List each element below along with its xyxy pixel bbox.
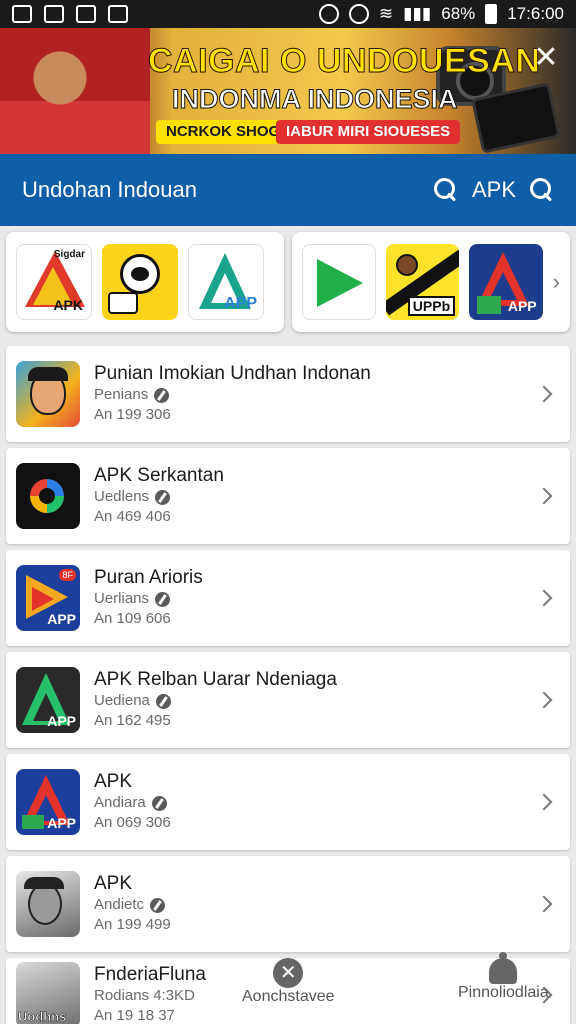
bottom-navigation: ✕ Aonchstavee Pinnoliodlaia [0, 952, 576, 1024]
featured-card-right[interactable]: UPPb APP › [292, 232, 570, 332]
app-subtitle: Uediena [94, 692, 150, 709]
verified-icon [155, 489, 171, 505]
list-item[interactable]: 8F APP Puran Arioris Uerlians An 109 606 [6, 550, 570, 646]
list-item[interactable]: APK Serkantan Uedlens An 469 406 [6, 448, 570, 544]
nav-item-center[interactable]: ✕ Aonchstavee [242, 958, 335, 1006]
app-title: APK [94, 771, 133, 792]
app-bar: Undohan Indouan APK [0, 154, 576, 226]
app-subtitle: Andiara [94, 794, 146, 811]
verified-icon [155, 591, 171, 607]
chevron-right-icon[interactable] [535, 793, 553, 811]
app-meta: An 469 406 [94, 508, 171, 525]
app-meta: An 162 495 [94, 712, 171, 729]
search-button-icon[interactable] [530, 178, 554, 202]
yellow-cartoon-icon[interactable] [102, 244, 178, 320]
app-meta: An 069 306 [94, 814, 171, 831]
chevron-right-icon[interactable] [535, 385, 553, 403]
chevron-right-icon[interactable] [535, 589, 553, 607]
bell-icon [489, 952, 518, 984]
battery-icon [485, 4, 498, 24]
banner-title: CAIGAI O UNDOUESAN [147, 42, 541, 81]
face-icon [16, 361, 80, 427]
app-subtitle: Andietc [94, 896, 145, 913]
featured-carousel: Sigdar APK APP UPPb APP › [6, 232, 570, 332]
close-circle-icon: ✕ [273, 958, 304, 988]
nav-right-label: Pinnoliodlaia [458, 984, 549, 1001]
banner-person-image [0, 28, 150, 154]
chevron-right-icon[interactable] [535, 487, 553, 505]
verified-icon [155, 693, 171, 709]
image-icon [44, 5, 64, 23]
apk-filter-button[interactable]: APK [472, 177, 516, 203]
app-title: Punian Imokian Undhan Indonan [94, 363, 371, 384]
app-red-icon[interactable]: APP [469, 244, 543, 320]
app-meta: An 109 606 [94, 610, 171, 627]
banner-tag-secondary: IABUR MIRI SIOUESES [276, 120, 461, 144]
list-item[interactable]: APP APK Relban Uarar Ndeniaga Uediena An… [6, 652, 570, 748]
app-subtitle: Uedlens [94, 488, 150, 505]
alarm-icon [318, 4, 339, 24]
chat-icon [108, 5, 128, 23]
list-item[interactable]: APK Andietc An 199 499 [6, 856, 570, 952]
app-title: APK Relban Uarar Ndeniaga [94, 669, 337, 690]
search-icon[interactable] [433, 178, 458, 202]
app-title: APK Serkantan [94, 465, 224, 486]
signal-icon: ▮▮▮ [403, 4, 432, 23]
nav-item-right[interactable]: Pinnoliodlaia [458, 952, 549, 1002]
app-title: Puran Arioris [94, 567, 203, 588]
red-a-icon: APP [16, 769, 80, 835]
photo-face-icon [16, 871, 80, 937]
nav-center-label: Aonchstavee [242, 988, 335, 1005]
play-app-icon: 8F APP [16, 565, 80, 631]
app-green-icon[interactable]: APP [188, 244, 264, 320]
chevron-right-icon[interactable]: › [553, 269, 560, 295]
close-banner-button[interactable]: ✕ [532, 43, 560, 73]
clock-icon [348, 4, 369, 24]
banner-subtitle: INDONMA INDONESIA [172, 84, 459, 115]
wifi-icon: ≋ [378, 4, 394, 23]
featured-card-left[interactable]: Sigdar APK APP [6, 232, 284, 332]
app-subtitle: Uerlians [94, 590, 150, 607]
app-title: APK [94, 873, 133, 894]
app-list: Punian Imokian Undhan Indonan Penians An… [6, 346, 570, 1024]
app-subtitle: Penians [94, 386, 149, 403]
verified-icon [150, 897, 166, 913]
app-meta: An 199 499 [94, 916, 171, 933]
verified-icon [154, 387, 170, 403]
chevron-right-icon[interactable] [535, 691, 553, 709]
verified-icon [151, 795, 167, 811]
apk-icon[interactable]: Sigdar APK [16, 244, 92, 320]
battery-percent: 68% [441, 4, 476, 23]
google-d-icon [16, 463, 80, 529]
status-bar: ≋ ▮▮▮ 68% 17:6:00 [0, 0, 576, 28]
list-item[interactable]: APP APK Andiara An 069 306 [6, 754, 570, 850]
app-meta: An 199 306 [94, 406, 171, 423]
play-icon[interactable] [302, 244, 376, 320]
promo-banner[interactable]: CAIGAI O UNDOUESAN INDONMA INDONESIA NCR… [0, 28, 576, 154]
gallery-icon [12, 5, 32, 23]
list-item[interactable]: Punian Imokian Undhan Indonan Penians An… [6, 346, 570, 442]
chevron-right-icon[interactable] [535, 895, 553, 913]
status-time: 17:6:00 [507, 4, 564, 23]
green-a-icon: APP [16, 667, 80, 733]
sd-card-icon [76, 5, 96, 23]
app-title: Undohan Indouan [22, 177, 197, 202]
uppb-icon[interactable]: UPPb [385, 244, 460, 320]
